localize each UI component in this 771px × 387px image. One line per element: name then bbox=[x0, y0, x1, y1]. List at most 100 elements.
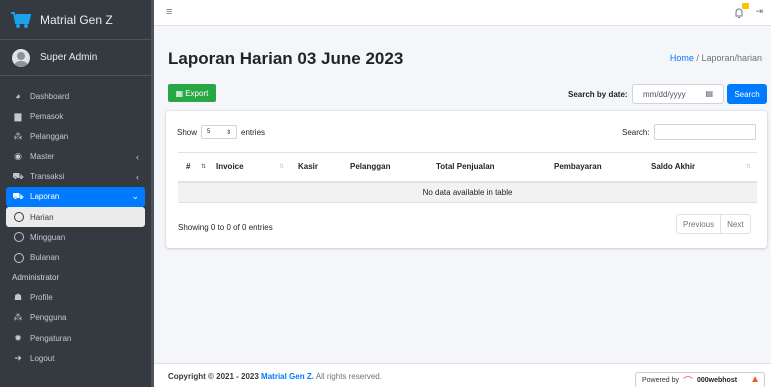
search-by-date-label: Search by date: bbox=[568, 90, 628, 99]
select-arrows-icon: ⇕ bbox=[225, 129, 232, 136]
circle-icon bbox=[14, 232, 24, 243]
sidebar: Matrial Gen Z Super Admin ◕ Dashboard ▆ … bbox=[0, 0, 154, 387]
sidebar-item-label: Pemasok bbox=[30, 111, 64, 121]
sidebar-item-master[interactable]: ◉ Master ‹ bbox=[6, 147, 145, 167]
powered-by-label: Powered by bbox=[642, 376, 679, 384]
column-header-number[interactable]: # ⇅ bbox=[178, 152, 208, 183]
show-label: Show bbox=[177, 127, 198, 137]
hamburger-menu-icon[interactable]: ≡ bbox=[166, 6, 172, 18]
calendar-icon[interactable]: ▤ bbox=[705, 89, 713, 98]
user-panel[interactable]: Super Admin bbox=[0, 40, 151, 76]
breadcrumb: Home / Laporan/harian bbox=[670, 53, 762, 63]
brand-name: Matrial Gen Z bbox=[40, 12, 113, 27]
date-input[interactable]: mm/dd/yyyy ▤ bbox=[632, 84, 724, 104]
search-button[interactable]: Search bbox=[727, 84, 767, 104]
sort-icon: ⇅ bbox=[745, 164, 751, 170]
sidebar-item-transaksi[interactable]: ⛟ Transaksi ‹ bbox=[6, 167, 145, 187]
entries-select-value: 5 bbox=[207, 129, 211, 135]
breadcrumb-separator: / bbox=[696, 53, 699, 63]
entries-label: entries bbox=[241, 127, 266, 137]
tachometer-icon: ◕ bbox=[15, 91, 21, 101]
sidebar-item-pengaturan[interactable]: ✹ Pengaturan bbox=[6, 328, 145, 348]
truck-icon: ▆ bbox=[14, 110, 22, 121]
next-button[interactable]: Next bbox=[721, 214, 751, 234]
table-header-row: # ⇅ Invoice ⇅ Kasir Pelanggan Total Penjua… bbox=[178, 152, 757, 183]
gear-icon: ✹ bbox=[14, 332, 22, 343]
sidebar-item-logout[interactable]: ➜ Logout bbox=[6, 348, 145, 368]
table-search-label: Search: bbox=[622, 128, 650, 137]
column-header-pembayaran[interactable]: Pembayaran bbox=[546, 152, 643, 183]
circle-icon bbox=[14, 212, 24, 223]
date-input-placeholder: mm/dd/yyyy bbox=[643, 89, 686, 99]
page-title: Laporan Harian 03 June 2023 bbox=[168, 49, 404, 68]
footer: Copyright © 2021 - 2023 Matrial Gen Z. A… bbox=[154, 363, 771, 387]
previous-button[interactable]: Previous bbox=[676, 214, 722, 234]
circle-icon bbox=[14, 252, 24, 263]
sidebar-item-pemasok[interactable]: ▆ Pemasok bbox=[6, 106, 145, 126]
cube-icon: ◉ bbox=[14, 151, 22, 162]
cart-logo-icon bbox=[10, 11, 32, 29]
table-info: Showing 0 to 0 of 0 entries bbox=[178, 223, 273, 232]
sidebar-item-mingguan[interactable]: Mingguan bbox=[6, 227, 145, 247]
column-header-saldo-akhir[interactable]: Saldo Akhir ⇅ bbox=[643, 152, 757, 183]
sidebar-nav: ◕ Dashboard ▆ Pemasok ⁂ Pelanggan ◉ Mast… bbox=[0, 76, 151, 368]
sidebar-item-label: Bulanan bbox=[30, 253, 60, 262]
sort-icon: ⇅ bbox=[200, 164, 206, 170]
excel-icon: ▦ bbox=[175, 88, 184, 98]
sidebar-item-label: Laporan bbox=[30, 192, 60, 202]
webhost-name: 000webhost bbox=[696, 376, 738, 384]
empty-table-message: No data available in table bbox=[178, 181, 757, 203]
sort-icon: ⇅ bbox=[278, 164, 284, 170]
sidebar-item-pelanggan[interactable]: ⁂ Pelanggan bbox=[6, 126, 145, 146]
breadcrumb-home-link[interactable]: Home bbox=[670, 53, 694, 63]
notification-badge bbox=[742, 3, 749, 9]
sidebar-item-dashboard[interactable]: ◕ Dashboard bbox=[6, 86, 145, 106]
sidebar-item-harian[interactable]: Harian bbox=[6, 207, 145, 228]
report-table: # ⇅ Invoice ⇅ Kasir Pelanggan Total Penjua… bbox=[178, 152, 757, 203]
webhost-logo-icon: ⌒ bbox=[682, 376, 693, 387]
sidebar-item-label: Master bbox=[30, 152, 55, 162]
cart-icon: ⛟ bbox=[12, 170, 24, 181]
column-header-invoice[interactable]: Invoice ⇅ bbox=[208, 152, 290, 183]
sidebar-item-laporan[interactable]: ⛟ Laporan ⌄ bbox=[6, 186, 145, 207]
logout-icon: ➜ bbox=[14, 352, 22, 363]
sidebar-item-label: Mingguan bbox=[30, 232, 66, 242]
sidebar-item-label: Profile bbox=[30, 293, 53, 303]
top-navbar: ≡ ⇥ bbox=[154, 0, 771, 26]
sidebar-item-pengguna[interactable]: ⁂ Pengguna bbox=[6, 308, 145, 328]
sidebar-header-administrator: Administrator bbox=[12, 273, 60, 283]
users-icon: ⁂ bbox=[13, 312, 23, 323]
sign-out-icon[interactable]: ⇥ bbox=[755, 6, 763, 17]
table-row: No data available in table bbox=[178, 181, 757, 203]
breadcrumb-current: Laporan/harian bbox=[701, 53, 762, 63]
sidebar-item-label: Logout bbox=[30, 353, 55, 363]
users-icon: ⁂ bbox=[13, 130, 23, 141]
sidebar-item-label: Pelanggan bbox=[30, 131, 69, 141]
avatar bbox=[12, 48, 30, 67]
pagination: Previous Next bbox=[676, 214, 751, 234]
entries-select[interactable]: 5 ⇕ bbox=[201, 125, 238, 139]
powered-by-badge[interactable]: Powered by ⌒ 000webhost ▲ bbox=[635, 372, 765, 387]
copyright-text: Copyright © 2021 - 2023 Matrial Gen Z. A… bbox=[168, 372, 382, 381]
user-name: Super Admin bbox=[40, 52, 98, 63]
cart-icon: ⛟ bbox=[12, 190, 24, 201]
sidebar-item-bulanan[interactable]: Bulanan bbox=[6, 248, 145, 268]
report-card: Show 5 ⇕ entries Search: # ⇅ Invoice ⇅ Kas… bbox=[166, 111, 767, 248]
brand-link[interactable]: Matrial Gen Z bbox=[0, 0, 151, 40]
sidebar-item-label: Transaksi bbox=[30, 172, 65, 182]
export-button[interactable]: ▦ Export bbox=[168, 84, 216, 102]
table-search-input[interactable] bbox=[654, 124, 756, 140]
sidebar-item-profile[interactable]: ☗ Profile bbox=[6, 288, 145, 308]
column-header-pelanggan[interactable]: Pelanggan bbox=[342, 152, 428, 183]
chevron-left-icon: ‹ bbox=[136, 171, 139, 182]
chevron-left-icon: ‹ bbox=[136, 151, 139, 162]
export-button-label: Export bbox=[185, 88, 209, 98]
sidebar-item-label: Harian bbox=[30, 212, 54, 222]
footer-brand-link[interactable]: Matrial Gen Z. bbox=[261, 372, 314, 381]
sidebar-item-label: Pengaturan bbox=[30, 333, 72, 343]
user-icon: ☗ bbox=[13, 292, 23, 303]
length-control: Show 5 ⇕ entries bbox=[177, 125, 265, 139]
column-header-kasir[interactable]: Kasir bbox=[290, 152, 342, 183]
flame-icon: ▲ bbox=[750, 374, 760, 385]
column-header-total-penjualan[interactable]: Total Penjualan bbox=[428, 152, 546, 183]
